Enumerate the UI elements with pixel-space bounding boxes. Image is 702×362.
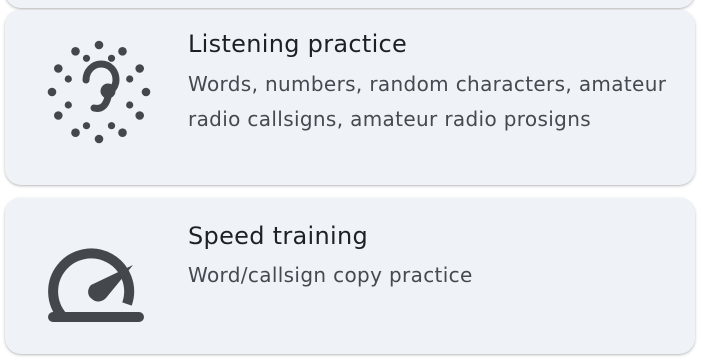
previous-card-bottom-edge	[5, 0, 695, 8]
speed-training-card[interactable]: Speed training Word/callsign copy practi…	[5, 198, 695, 354]
card-subtitle: Words, numbers, random characters, amate…	[188, 72, 667, 131]
listening-practice-card[interactable]: Listening practice Words, numbers, rando…	[5, 10, 695, 185]
hearing-icon	[41, 34, 157, 150]
card-subtitle: Word/callsign copy practice	[188, 263, 473, 287]
card-title: Speed training	[188, 222, 369, 250]
card-title: Listening practice	[188, 30, 408, 58]
speed-icon	[39, 222, 155, 338]
